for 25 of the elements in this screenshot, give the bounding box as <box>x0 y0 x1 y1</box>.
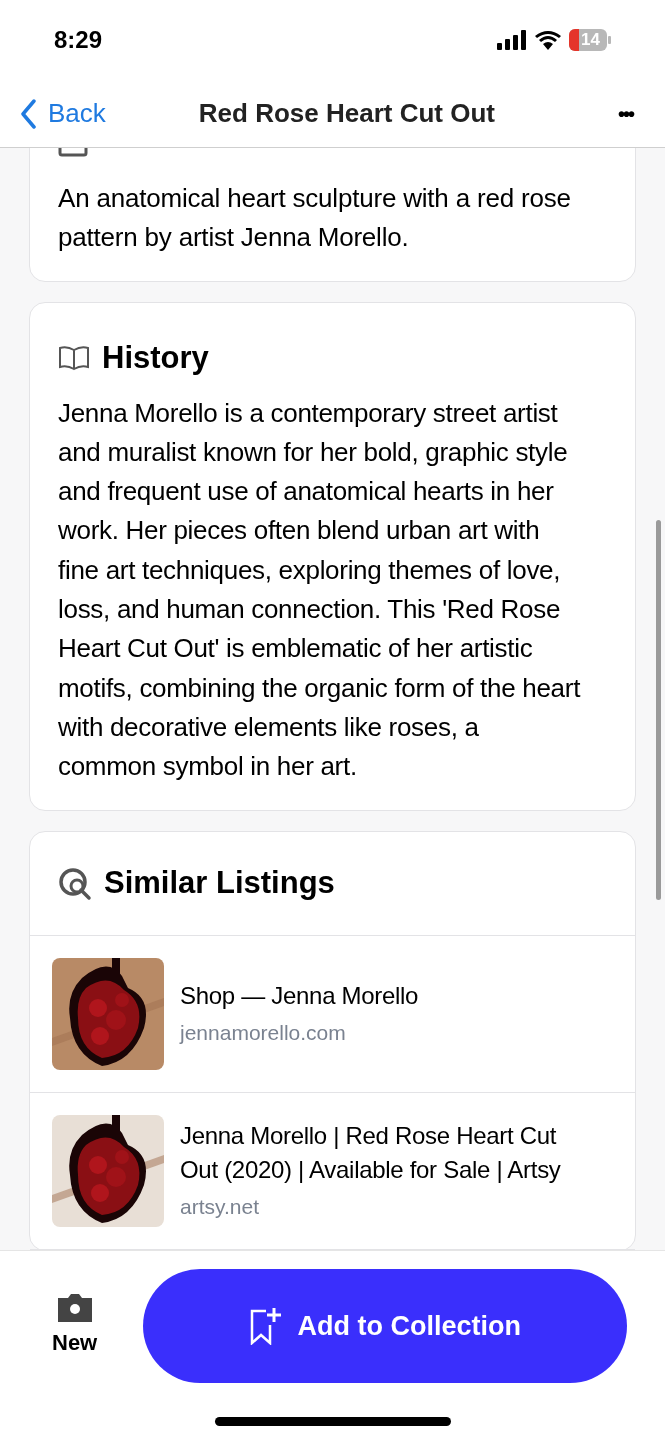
page-title: Red Rose Heart Cut Out <box>197 97 496 130</box>
back-button[interactable]: Back <box>20 94 106 133</box>
book-icon <box>58 345 90 372</box>
listing-item[interactable]: Jenna Morello | Red Rose Heart Cut Out (2020) | Available for Sale | Artsy artsy.net <box>30 1092 635 1250</box>
signal-icon <box>497 30 527 50</box>
description-text: An anatomical heart sculpture with a red rose pattern by artist Jenna Morello. <box>58 182 572 254</box>
globe-search-icon <box>58 866 92 901</box>
camera-icon <box>57 1293 92 1322</box>
listing-source: artsy.net <box>180 1194 260 1221</box>
section-title: Similar Listings <box>104 864 335 903</box>
section-title: History <box>102 339 209 377</box>
status-time: 8:29 <box>54 25 103 55</box>
listing-item[interactable]: Shop — Jenna Morello jennamorello.com <box>30 935 635 1093</box>
wifi-icon <box>535 30 561 50</box>
add-to-collection-button[interactable]: Add to Collection <box>143 1269 628 1383</box>
listing-title: Jenna Morello | Red Rose Heart Cut Out (2020) | Available for Sale | Artsy <box>180 1121 562 1186</box>
new-button[interactable]: New <box>52 1293 98 1359</box>
chevron-left-icon <box>20 98 36 129</box>
bookmark-plus-icon <box>249 1307 282 1345</box>
listing-title: Shop — Jenna Morello <box>180 981 419 1012</box>
battery-icon <box>569 29 611 51</box>
battery-level: 14 <box>581 31 600 49</box>
history-text: Jenna Morello is a contemporary street artist and muralist known for her bold, graphic style and frequent use of anatomical hearts in her work. Her pieces often blend urban art with fine art techniques, exploring themes of love, loss, and human connection. This 'Red Rose Heart Cut Out' is emblematic of her artistic motifs, combining the organic form of the heart with decorative elements like roses, a common symbol in her art. <box>58 396 582 784</box>
more-button[interactable]: ••• <box>618 98 633 129</box>
listing-source: jennamorello.com <box>180 1020 347 1047</box>
